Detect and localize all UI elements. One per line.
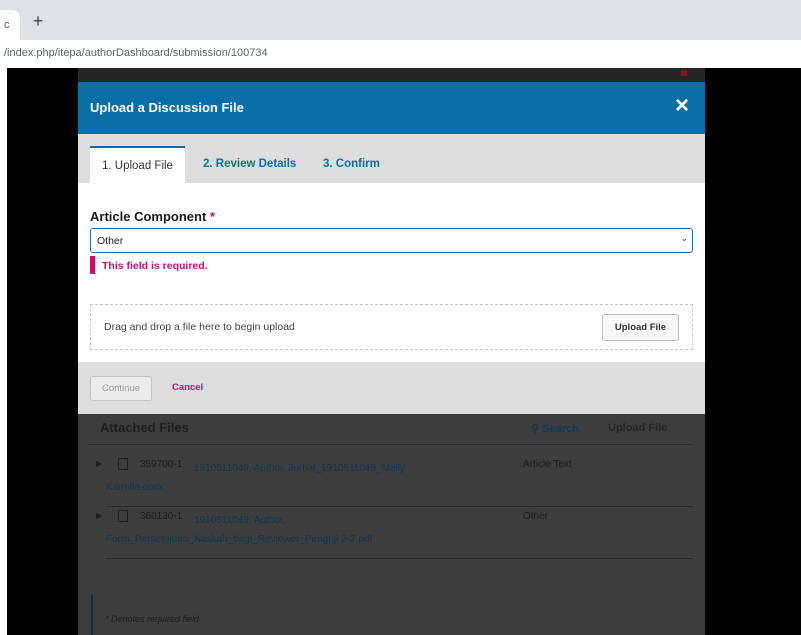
modal-title: Upload a Discussion File — [90, 100, 244, 115]
file-type: Other — [523, 511, 549, 522]
page-viewport: Attached Files ⚲ Search Upload File ▶ 35… — [0, 68, 801, 635]
expand-arrow-icon[interactable]: ▶ — [96, 511, 102, 520]
attached-files-search-link[interactable]: ⚲ Search — [531, 422, 579, 435]
required-note-text: * Denotes required field — [105, 614, 200, 624]
browser-tabstrip: c + — [0, 0, 801, 40]
new-tab-icon[interactable]: + — [28, 12, 48, 32]
required-marker: * — [209, 209, 215, 224]
cancel-button[interactable]: Cancel — [172, 382, 203, 393]
file-link[interactable]: 1910511049, Author, Jurnal_1910511049_Me… — [106, 459, 436, 497]
file-type: Article Text — [523, 459, 572, 470]
attached-files-title: Attached Files — [100, 420, 189, 435]
search-label: Search — [542, 423, 579, 435]
divider — [106, 558, 693, 559]
chevron-down-icon: ⌄ — [680, 233, 688, 243]
modal-footer: Continue Cancel — [78, 362, 705, 414]
error-bar — [90, 256, 95, 274]
tab-confirm[interactable]: 3. Confirm — [311, 146, 392, 183]
wizard-tabs: 1. Upload File 2. Review Details 3. Conf… — [78, 134, 705, 183]
browser-tab[interactable]: c — [0, 10, 20, 40]
select-value: Other — [97, 235, 124, 247]
address-bar[interactable]: /index.php/itepa/authorDashboard/submiss… — [0, 40, 801, 69]
divider — [88, 444, 693, 445]
attached-files-upload-link[interactable]: Upload File — [608, 422, 667, 434]
continue-button[interactable]: Continue — [90, 376, 152, 401]
upload-file-button[interactable]: Upload File — [602, 314, 679, 341]
file-dropzone[interactable]: Drag and drop a file here to begin uploa… — [90, 304, 693, 350]
article-component-label-text: Article Component — [90, 209, 207, 224]
error-message: This field is required. — [102, 260, 208, 272]
tab-upload-file[interactable]: 1. Upload File — [90, 146, 185, 183]
file-link[interactable]: 1910511049, Author, Form_Persetujuan_Nas… — [106, 511, 436, 549]
modal-header: Upload a Discussion File × — [78, 82, 705, 134]
article-component-label: Article Component * — [90, 209, 215, 224]
article-component-select[interactable]: Other ⌄ — [90, 228, 693, 253]
page-header-marker — [681, 70, 687, 76]
dropzone-text: Drag and drop a file here to begin uploa… — [104, 321, 295, 333]
expand-arrow-icon[interactable]: ▶ — [96, 459, 102, 468]
upload-modal: Upload a Discussion File × 1. Upload Fil… — [78, 82, 705, 414]
required-field-note: * Denotes required field — [91, 595, 243, 635]
url-text[interactable]: /index.php/itepa/authorDashboard/submiss… — [4, 47, 268, 59]
divider — [106, 506, 693, 507]
tab-review-details[interactable]: 2. Review Details — [191, 146, 308, 183]
close-icon[interactable]: × — [675, 94, 689, 118]
